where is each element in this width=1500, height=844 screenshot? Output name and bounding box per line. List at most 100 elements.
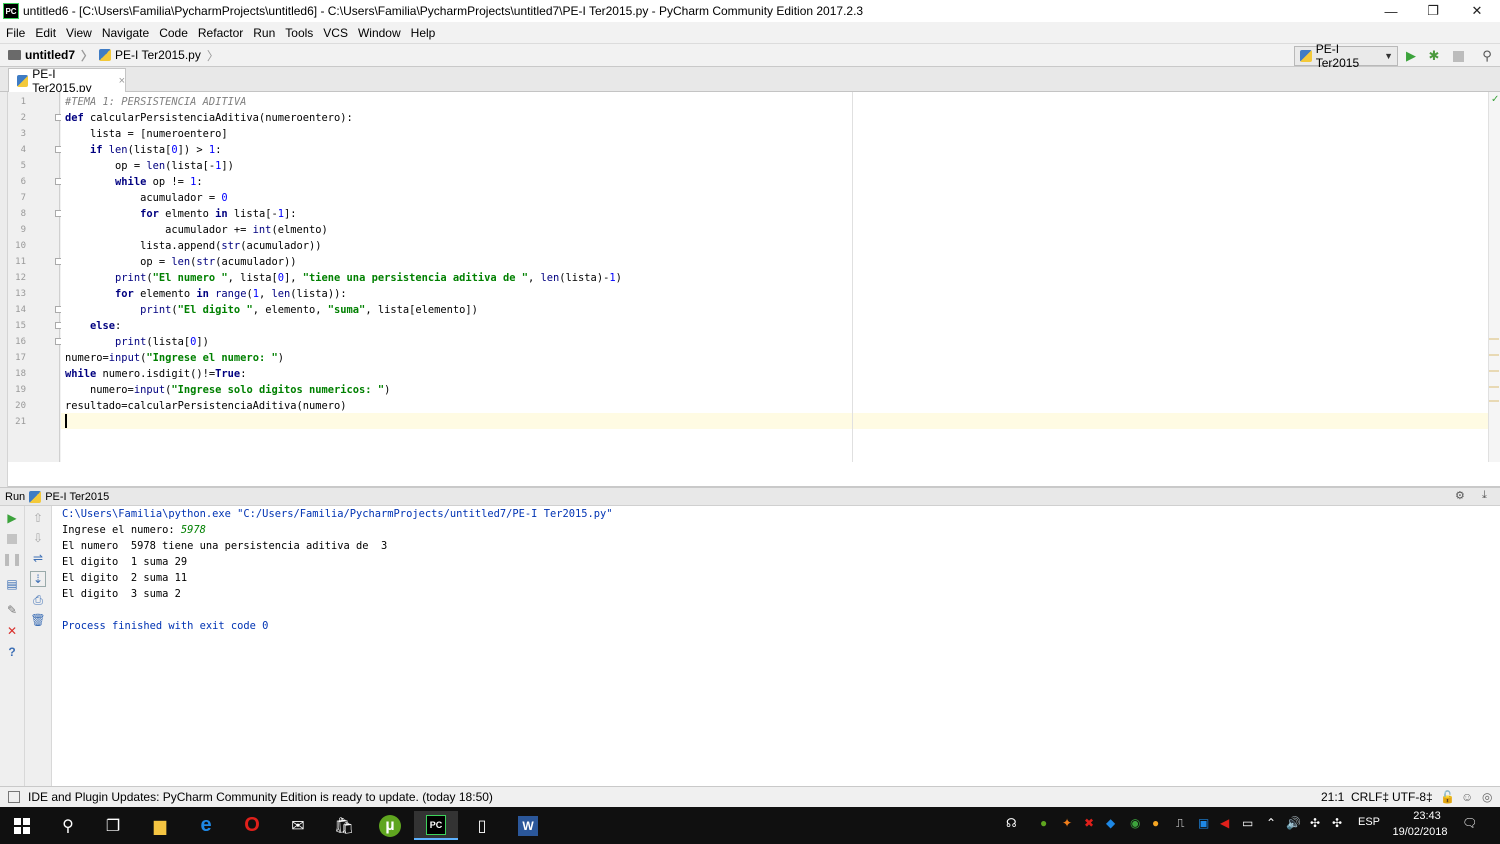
breadcrumb-separator-icon: 〉 [81, 48, 94, 63]
help-icon[interactable]: ? [4, 644, 20, 660]
inspector-icon[interactable]: ☺ [1461, 790, 1473, 804]
arrow-up-icon[interactable]: ⇧ [30, 510, 46, 526]
chevron-icon[interactable]: ⌃ [1266, 816, 1276, 830]
line-separator[interactable]: CRLF‡ [1351, 790, 1389, 804]
line-number: 20 [15, 401, 26, 411]
menu-refactor[interactable]: Refactor [198, 26, 243, 40]
stop-icon[interactable] [4, 531, 20, 547]
menu-vcs[interactable]: VCS [323, 26, 348, 40]
line-number: 5 [20, 161, 26, 171]
code-token: ) [277, 352, 284, 364]
run-configuration-dropdown[interactable]: PE-I Ter2015 ▼ [1294, 42, 1398, 70]
code-token: lista[- [233, 208, 278, 220]
menu-view[interactable]: View [66, 26, 92, 40]
soft-wrap-icon[interactable]: ⇌ [30, 550, 46, 566]
close-button[interactable]: ✕ [1454, 0, 1500, 22]
tray-app-icon[interactable]: ◆ [1106, 816, 1115, 830]
pin-icon[interactable]: ✎ [4, 602, 20, 618]
line-number: 9 [20, 225, 26, 235]
document-icon[interactable]: ▯ [460, 811, 504, 840]
code-token: (lista[ [127, 144, 172, 156]
tray-app-icon[interactable]: ◉ [1130, 816, 1140, 830]
code-token: : [115, 320, 122, 332]
trash-icon[interactable]: 🗑 [30, 612, 46, 628]
close-run-icon[interactable]: ✕ [4, 623, 20, 639]
file-encoding[interactable]: UTF-8‡ [1392, 790, 1433, 804]
tray-app-icon[interactable]: ✦ [1062, 816, 1072, 830]
pycharm-taskbar-icon[interactable]: PC [414, 811, 458, 840]
edge-icon[interactable]: e [184, 811, 228, 840]
print-icon[interactable]: ⎙ [30, 592, 46, 608]
breadcrumb-file-label: PE-I Ter2015.py [115, 48, 201, 62]
scroll-to-end-icon[interactable]: ⇣ [30, 571, 46, 587]
store-icon[interactable]: 🛍 [322, 811, 366, 840]
breadcrumb-project[interactable]: untitled7 〉 [8, 47, 93, 64]
menu-help[interactable]: Help [411, 26, 436, 40]
rerun-icon[interactable]: ▶ [4, 510, 20, 526]
restore-layout-icon[interactable]: ▤ [4, 576, 20, 592]
utorrent-icon[interactable]: µ [368, 811, 412, 840]
tray-app-icon[interactable]: ✣ [1332, 816, 1342, 830]
task-view-icon[interactable]: ❐ [91, 811, 135, 840]
search-icon[interactable]: ⚲ [1478, 47, 1496, 65]
windows-start-icon[interactable] [0, 811, 44, 840]
tray-app-icon[interactable]: ✣ [1310, 816, 1320, 830]
clock-date[interactable]: 19/02/2018 [1390, 826, 1450, 838]
event-log-icon[interactable]: ◎ [1482, 790, 1492, 804]
usb-icon[interactable]: ⎍ [1176, 816, 1184, 831]
notifications-icon[interactable]: 🗨 [1462, 816, 1477, 830]
windows-taskbar: ⚲ ❐ ▆ e O ✉ 🛍 µ PC ▯ W ☊ ● ✦ ✖ ◆ ◉ ● ⎍ ▣… [0, 807, 1500, 844]
restore-button[interactable]: ❐ [1410, 0, 1456, 22]
error-stripe-mark [1489, 354, 1499, 356]
code-token: ], [283, 272, 303, 284]
minimize-button[interactable]: — [1368, 0, 1414, 22]
close-tab-icon[interactable]: × [119, 75, 125, 87]
word-icon[interactable]: W [506, 811, 550, 840]
language-indicator[interactable]: ESP [1358, 816, 1380, 828]
file-explorer-icon[interactable]: ▆ [138, 811, 182, 840]
tray-app-icon[interactable]: ▣ [1198, 816, 1209, 830]
menu-window[interactable]: Window [358, 26, 401, 40]
code-token: ]) [221, 160, 234, 172]
line-number: 11 [15, 257, 26, 267]
menu-navigate[interactable]: Navigate [102, 26, 149, 40]
stop-icon[interactable] [1449, 47, 1467, 65]
code-token: len [171, 256, 191, 268]
menu-run[interactable]: Run [253, 26, 275, 40]
run-icon[interactable]: ▶ [1402, 47, 1420, 65]
tool-windows-toggle-icon[interactable] [8, 791, 20, 803]
editor-scrollbar[interactable]: ✓ [1488, 92, 1500, 462]
line-number: 17 [15, 353, 26, 363]
line-number: 1 [20, 97, 26, 107]
search-icon[interactable]: ⚲ [46, 811, 90, 840]
menu-code[interactable]: Code [159, 26, 188, 40]
code-token: (acumulador)) [215, 256, 297, 268]
console-command-line: C:\Users\Familia\python.exe "C:/Users/Fa… [62, 508, 613, 520]
tab-pe-i-ter2015[interactable]: PE-I Ter2015.py × [8, 67, 126, 95]
code-token: , lista[elemento]) [365, 304, 478, 316]
utorrent-tray-icon[interactable]: ● [1040, 816, 1047, 830]
tray-app-icon[interactable]: ✖ [1084, 816, 1094, 830]
status-message[interactable]: IDE and Plugin Updates: PyCharm Communit… [28, 790, 493, 804]
mail-icon[interactable]: ✉ [276, 811, 320, 840]
pause-icon[interactable]: ❚❚ [2, 551, 22, 567]
arrow-down-icon[interactable]: ⇩ [30, 530, 46, 546]
hide-panel-icon[interactable]: ⤓ [1482, 489, 1487, 502]
menu-file[interactable]: File [6, 26, 25, 40]
gear-icon[interactable]: ⚙ [1455, 489, 1465, 502]
network-icon[interactable]: ▭ [1242, 816, 1253, 830]
caret-position[interactable]: 21:1 [1321, 790, 1344, 804]
breadcrumb-file[interactable]: PE-I Ter2015.py 〉 [99, 47, 219, 64]
people-icon[interactable]: ☊ [1006, 816, 1017, 830]
menu-tools[interactable]: Tools [285, 26, 313, 40]
run-config-name[interactable]: PE-I Ter2015 [45, 491, 109, 503]
code-token: (lista)): [290, 288, 347, 300]
tray-app-icon[interactable]: ● [1152, 816, 1159, 830]
opera-icon[interactable]: O [230, 811, 274, 840]
clock-time[interactable]: 23:43 [1404, 810, 1450, 822]
tray-app-icon[interactable]: ◀ [1220, 816, 1229, 830]
volume-icon[interactable]: 🔊 [1286, 816, 1301, 830]
menu-edit[interactable]: Edit [35, 26, 56, 40]
lock-icon[interactable]: 🔓 [1440, 790, 1455, 804]
debug-icon[interactable]: ✱ [1425, 47, 1443, 65]
